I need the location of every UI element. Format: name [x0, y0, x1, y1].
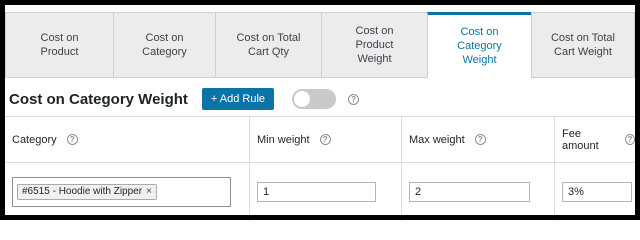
table-row: #6515 - Hoodie with Zipper × 1 2 3% — [5, 163, 635, 221]
header-min-weight: Min weight ? — [250, 117, 402, 162]
header-fee-amount: Fee amount ? — [555, 117, 635, 162]
tab-label: Cost on Category — [142, 32, 187, 58]
tab-cost-on-category[interactable]: Cost on Category — [113, 12, 216, 78]
section-title: Cost on Category Weight — [9, 90, 188, 108]
tab-cost-on-product-weight[interactable]: Cost on Product Weight — [321, 12, 428, 78]
tab-cost-on-category-weight[interactable]: Cost on Category Weight — [427, 12, 532, 78]
header-label: Fee amount — [562, 127, 599, 152]
chip-remove-icon[interactable]: × — [146, 185, 152, 199]
max-weight-cell: 2 — [402, 163, 555, 221]
enable-toggle[interactable] — [292, 89, 337, 109]
tab-label: Cost on Product — [40, 32, 79, 58]
tab-cost-on-total-cart-weight[interactable]: Cost on Total Cart Weight — [531, 12, 635, 78]
tab-label: Cost on Total Cart Qty — [236, 32, 301, 58]
header-category: Category ? — [5, 117, 250, 162]
tab-bar: Cost on Product Cost on Category Cost on… — [5, 12, 635, 78]
toggle-knob — [294, 91, 311, 107]
header-label: Min weight — [257, 133, 310, 146]
category-chip: #6515 - Hoodie with Zipper × — [17, 184, 157, 200]
fee-amount-input[interactable]: 3% — [562, 182, 632, 202]
header-label: Max weight — [409, 133, 465, 146]
tab-cost-on-total-cart-qty[interactable]: Cost on Total Cart Qty — [215, 12, 322, 78]
help-icon[interactable]: ? — [474, 134, 486, 145]
tab-label: Cost on Product Weight — [355, 25, 394, 65]
min-weight-input[interactable]: 1 — [257, 182, 376, 202]
category-cell: #6515 - Hoodie with Zipper × — [5, 163, 250, 221]
header-max-weight: Max weight ? — [402, 117, 555, 162]
help-icon[interactable]: ? — [66, 134, 78, 145]
fee-amount-cell: 3% — [555, 163, 635, 221]
tab-label: Cost on Total Cart Weight — [550, 32, 615, 58]
chip-label: #6515 - Hoodie with Zipper — [22, 186, 143, 197]
min-weight-cell: 1 — [250, 163, 402, 221]
category-select[interactable]: #6515 - Hoodie with Zipper × — [12, 177, 231, 207]
rule-header: Cost on Category Weight + Add Rule ? — [5, 84, 635, 114]
tab-label: Cost on Category Weight — [457, 26, 502, 66]
help-icon[interactable]: ? — [319, 134, 331, 145]
help-icon[interactable]: ? — [624, 134, 635, 145]
rules-table: Category ? Min weight ? Max weight ? Fee… — [5, 116, 635, 221]
table-header-row: Category ? Min weight ? Max weight ? Fee… — [5, 117, 635, 163]
tab-cost-on-product[interactable]: Cost on Product — [5, 12, 114, 78]
help-icon[interactable]: ? — [348, 93, 360, 105]
add-rule-button[interactable]: + Add Rule — [201, 88, 275, 110]
header-label: Category — [12, 133, 57, 146]
max-weight-input[interactable]: 2 — [409, 182, 530, 202]
